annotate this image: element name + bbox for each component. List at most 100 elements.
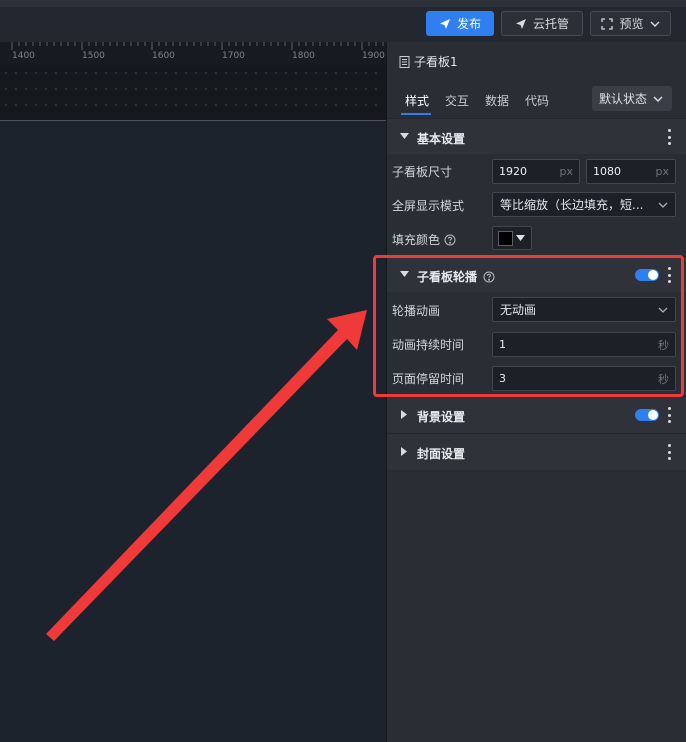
grid-dot [175,72,177,74]
grid-dot [55,72,57,74]
help-icon[interactable] [444,234,456,246]
grid-dot [55,104,57,106]
duration-value: 1 [499,338,506,351]
tab-data[interactable]: 数据 [485,92,509,109]
grid-dot [165,88,167,90]
send-icon [515,18,526,29]
tab-interaction[interactable]: 交互 [445,92,469,109]
grid-dot [345,88,347,90]
ruler-label: 1400 [12,51,35,61]
grid-dot [105,104,107,106]
width-input[interactable]: 1920 px [492,159,580,184]
grid-dot [335,72,337,74]
background-toggle[interactable] [635,409,659,421]
grid-dot [35,88,37,90]
stay-time-input[interactable]: 3 秒 [492,366,676,391]
grid-dot [375,88,377,90]
state-select[interactable]: 默认状态 [592,86,672,111]
fill-color-picker[interactable] [492,226,532,250]
tab-code[interactable]: 代码 [525,92,549,109]
grid-dot [85,104,87,106]
fullscreen-icon [601,17,614,30]
more-options-icon[interactable] [668,129,672,145]
grid-dot [275,104,277,106]
section-background[interactable]: 背景设置 [387,396,686,433]
dot-grid-pattern [5,72,377,106]
grid-dot [285,88,287,90]
grid-dot [35,72,37,74]
grid-dot [115,72,117,74]
section-basic-settings[interactable]: 基本设置 [387,118,686,154]
section-title: 背景设置 [417,410,466,424]
animation-label: 轮播动画 [392,304,441,318]
grid-dot [295,104,297,106]
grid-dot [165,104,167,106]
grid-dot [65,72,67,74]
grid-dot [245,104,247,106]
grid-dot [145,88,147,90]
section-title-wrap: 子看板轮播 [417,268,495,285]
chevron-down-icon [653,96,663,102]
caret-right-icon [401,447,407,456]
grid-dot [305,104,307,106]
grid-dot [275,72,277,74]
top-toolbar: 发布 云托管 预览 [0,0,686,42]
publish-button[interactable]: 发布 [426,11,494,36]
grid-dot [265,104,267,106]
send-icon [439,18,450,29]
section-title: 基本设置 [417,132,466,146]
grid-dot [85,72,87,74]
grid-dot [185,104,187,106]
grid-dot [375,104,377,106]
tab-style[interactable]: 样式 [405,92,429,109]
grid-dot [285,104,287,106]
chevron-down-icon [658,307,668,313]
grid-dot [225,72,227,74]
grid-dot [305,88,307,90]
duration-input[interactable]: 1 秒 [492,332,676,357]
grid-dot [135,88,137,90]
fullscreen-mode-select[interactable]: 等比缩放（长边填充，短... [492,192,676,217]
cloud-hosting-button[interactable]: 云托管 [501,11,583,36]
fullscreen-mode-label: 全屏显示模式 [392,199,465,213]
carousel-toggle[interactable] [635,269,659,281]
caret-down-icon [400,133,409,139]
section-cover[interactable]: 封面设置 [387,433,686,470]
grid-dot [85,88,87,90]
grid-dot [195,104,197,106]
height-input[interactable]: 1080 px [586,159,676,184]
canvas-dot-grid [0,65,386,121]
width-value: 1920 [499,165,527,178]
preview-button[interactable]: 预览 [590,11,671,36]
grid-dot [365,104,367,106]
ruler-label: 1700 [222,51,245,61]
more-options-icon[interactable] [668,444,672,460]
grid-dot [45,88,47,90]
grid-dot [245,72,247,74]
caret-right-icon [401,410,407,419]
grid-dot [95,72,97,74]
grid-dot [305,72,307,74]
grid-dot [325,104,327,106]
animation-select[interactable]: 无动画 [492,297,676,322]
help-icon[interactable] [483,271,495,283]
grid-dot [215,104,217,106]
chevron-down-icon [658,202,668,208]
grid-dot [205,104,207,106]
section-carousel[interactable]: 子看板轮播 [387,256,686,292]
grid-dot [95,88,97,90]
grid-dot [15,72,17,74]
more-options-icon[interactable] [668,267,672,283]
grid-dot [65,104,67,106]
grid-dot [75,104,77,106]
grid-dot [15,88,17,90]
grid-dot [315,104,317,106]
more-options-icon[interactable] [668,407,672,423]
grid-dot [335,104,337,106]
grid-dot [235,104,237,106]
grid-dot [195,88,197,90]
design-canvas[interactable] [0,122,386,742]
grid-dot [325,72,327,74]
grid-dot [5,72,7,74]
grid-dot [235,72,237,74]
